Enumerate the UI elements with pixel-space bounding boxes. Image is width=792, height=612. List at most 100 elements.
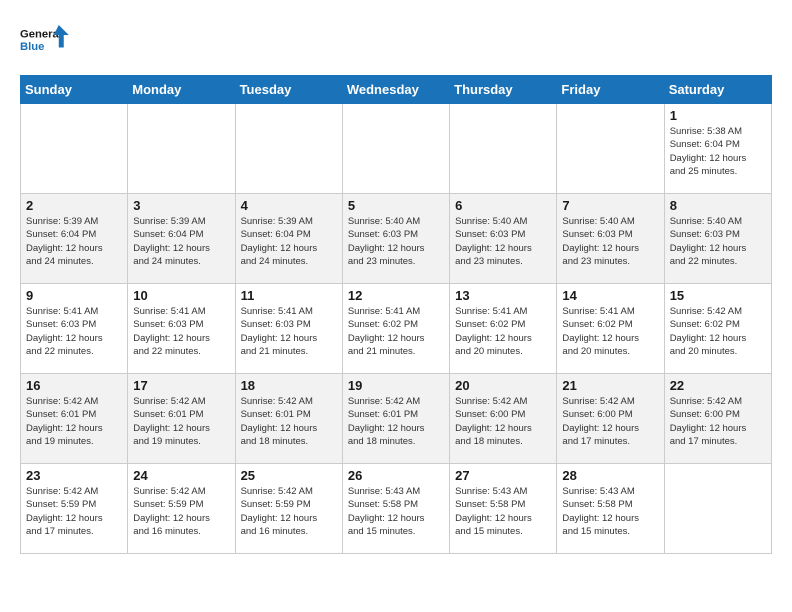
svg-text:Blue: Blue [20,41,44,53]
day-number: 9 [26,288,122,303]
day-number: 19 [348,378,444,393]
day-number: 12 [348,288,444,303]
day-info: Sunrise: 5:42 AMSunset: 5:59 PMDaylight:… [133,485,229,538]
day-number: 11 [241,288,337,303]
day-info: Sunrise: 5:43 AMSunset: 5:58 PMDaylight:… [455,485,551,538]
empty-cell [21,104,128,194]
day-info: Sunrise: 5:42 AMSunset: 6:01 PMDaylight:… [348,395,444,448]
day-number: 27 [455,468,551,483]
logo: General Blue [20,20,70,65]
day-info: Sunrise: 5:42 AMSunset: 6:00 PMDaylight:… [670,395,766,448]
calendar-day-cell: 9 Sunrise: 5:41 AMSunset: 6:03 PMDaylight… [21,284,128,374]
day-number: 4 [241,198,337,213]
calendar-week-row: 2 Sunrise: 5:39 AMSunset: 6:04 PMDaylight… [21,194,772,284]
day-info: Sunrise: 5:38 AMSunset: 6:04 PMDaylight:… [670,125,766,178]
weekday-header-sunday: Sunday [21,76,128,104]
day-info: Sunrise: 5:40 AMSunset: 6:03 PMDaylight:… [455,215,551,268]
calendar-day-cell: 23Sunrise: 5:42 AMSunset: 5:59 PMDayligh… [21,464,128,554]
calendar-day-cell: 7 Sunrise: 5:40 AMSunset: 6:03 PMDaylight… [557,194,664,284]
calendar-week-row: 1 Sunrise: 5:38 AMSunset: 6:04 PMDaylight… [21,104,772,194]
day-info: Sunrise: 5:39 AMSunset: 6:04 PMDaylight:… [133,215,229,268]
day-number: 28 [562,468,658,483]
day-info: Sunrise: 5:41 AMSunset: 6:02 PMDaylight:… [562,305,658,358]
day-info: Sunrise: 5:42 AMSunset: 6:00 PMDaylight:… [455,395,551,448]
calendar-day-cell: 8 Sunrise: 5:40 AMSunset: 6:03 PMDaylight… [664,194,771,284]
day-number: 2 [26,198,122,213]
day-number: 21 [562,378,658,393]
day-number: 8 [670,198,766,213]
calendar-day-cell: 3 Sunrise: 5:39 AMSunset: 6:04 PMDaylight… [128,194,235,284]
day-number: 25 [241,468,337,483]
day-number: 10 [133,288,229,303]
calendar-day-cell: 4 Sunrise: 5:39 AMSunset: 6:04 PMDaylight… [235,194,342,284]
day-number: 13 [455,288,551,303]
day-number: 6 [455,198,551,213]
calendar-day-cell: 10 Sunrise: 5:41 AMSunset: 6:03 PMDayligh… [128,284,235,374]
day-info: Sunrise: 5:42 AMSunset: 6:01 PMDaylight:… [241,395,337,448]
weekday-header-saturday: Saturday [664,76,771,104]
calendar-day-cell: 12 Sunrise: 5:41 AMSunset: 6:02 PMDayligh… [342,284,449,374]
calendar-day-cell: 13 Sunrise: 5:41 AMSunset: 6:02 PMDayligh… [450,284,557,374]
day-number: 22 [670,378,766,393]
day-info: Sunrise: 5:42 AMSunset: 6:02 PMDaylight:… [670,305,766,358]
empty-cell [128,104,235,194]
day-number: 23 [26,468,122,483]
day-info: Sunrise: 5:39 AMSunset: 6:04 PMDaylight:… [241,215,337,268]
day-info: Sunrise: 5:41 AMSunset: 6:03 PMDaylight:… [133,305,229,358]
weekday-header-wednesday: Wednesday [342,76,449,104]
day-info: Sunrise: 5:42 AMSunset: 5:59 PMDaylight:… [241,485,337,538]
day-info: Sunrise: 5:40 AMSunset: 6:03 PMDaylight:… [562,215,658,268]
day-info: Sunrise: 5:43 AMSunset: 5:58 PMDaylight:… [562,485,658,538]
calendar-day-cell: 5 Sunrise: 5:40 AMSunset: 6:03 PMDaylight… [342,194,449,284]
empty-cell [342,104,449,194]
day-info: Sunrise: 5:41 AMSunset: 6:02 PMDaylight:… [348,305,444,358]
day-number: 14 [562,288,658,303]
calendar-day-cell: 21 Sunrise: 5:42 AMSunset: 6:00 PMDayligh… [557,374,664,464]
day-info: Sunrise: 5:42 AMSunset: 6:00 PMDaylight:… [562,395,658,448]
calendar-page: General Blue SundayMondayTuesdayWednesda… [0,0,792,612]
day-info: Sunrise: 5:39 AMSunset: 6:04 PMDaylight:… [26,215,122,268]
calendar-week-row: 16Sunrise: 5:42 AMSunset: 6:01 PMDayligh… [21,374,772,464]
empty-cell [664,464,771,554]
day-info: Sunrise: 5:43 AMSunset: 5:58 PMDaylight:… [348,485,444,538]
day-info: Sunrise: 5:41 AMSunset: 6:02 PMDaylight:… [455,305,551,358]
calendar-day-cell: 26Sunrise: 5:43 AMSunset: 5:58 PMDayligh… [342,464,449,554]
calendar-day-cell: 22 Sunrise: 5:42 AMSunset: 6:00 PMDayligh… [664,374,771,464]
calendar-day-cell: 20 Sunrise: 5:42 AMSunset: 6:00 PMDayligh… [450,374,557,464]
day-number: 18 [241,378,337,393]
logo-bird-icon: General Blue [20,20,70,65]
calendar-day-cell: 18 Sunrise: 5:42 AMSunset: 6:01 PMDayligh… [235,374,342,464]
day-info: Sunrise: 5:41 AMSunset: 6:03 PMDaylight:… [26,305,122,358]
calendar-day-cell: 6 Sunrise: 5:40 AMSunset: 6:03 PMDaylight… [450,194,557,284]
calendar-day-cell: 19 Sunrise: 5:42 AMSunset: 6:01 PMDayligh… [342,374,449,464]
weekday-header-tuesday: Tuesday [235,76,342,104]
day-number: 5 [348,198,444,213]
day-number: 24 [133,468,229,483]
empty-cell [557,104,664,194]
empty-cell [450,104,557,194]
calendar-day-cell: 15Sunrise: 5:42 AMSunset: 6:02 PMDayligh… [664,284,771,374]
calendar-day-cell: 17 Sunrise: 5:42 AMSunset: 6:01 PMDayligh… [128,374,235,464]
calendar-day-cell: 11 Sunrise: 5:41 AMSunset: 6:03 PMDayligh… [235,284,342,374]
calendar-day-cell: 27 Sunrise: 5:43 AMSunset: 5:58 PMDayligh… [450,464,557,554]
day-info: Sunrise: 5:42 AMSunset: 6:01 PMDaylight:… [133,395,229,448]
empty-cell [235,104,342,194]
day-number: 17 [133,378,229,393]
calendar-day-cell: 24 Sunrise: 5:42 AMSunset: 5:59 PMDayligh… [128,464,235,554]
calendar-header: General Blue [20,20,772,65]
calendar-day-cell: 1 Sunrise: 5:38 AMSunset: 6:04 PMDaylight… [664,104,771,194]
day-number: 1 [670,108,766,123]
calendar-table: SundayMondayTuesdayWednesdayThursdayFrid… [20,75,772,554]
calendar-week-row: 9 Sunrise: 5:41 AMSunset: 6:03 PMDaylight… [21,284,772,374]
day-number: 20 [455,378,551,393]
day-number: 7 [562,198,658,213]
day-info: Sunrise: 5:40 AMSunset: 6:03 PMDaylight:… [670,215,766,268]
calendar-day-cell: 14 Sunrise: 5:41 AMSunset: 6:02 PMDayligh… [557,284,664,374]
day-info: Sunrise: 5:40 AMSunset: 6:03 PMDaylight:… [348,215,444,268]
day-number: 3 [133,198,229,213]
calendar-day-cell: 25 Sunrise: 5:42 AMSunset: 5:59 PMDayligh… [235,464,342,554]
day-info: Sunrise: 5:42 AMSunset: 6:01 PMDaylight:… [26,395,122,448]
weekday-header-row: SundayMondayTuesdayWednesdayThursdayFrid… [21,76,772,104]
day-info: Sunrise: 5:41 AMSunset: 6:03 PMDaylight:… [241,305,337,358]
calendar-week-row: 23 Sunrise: 5:42 AMSunset: 5:59 PMDayligh… [21,464,772,554]
